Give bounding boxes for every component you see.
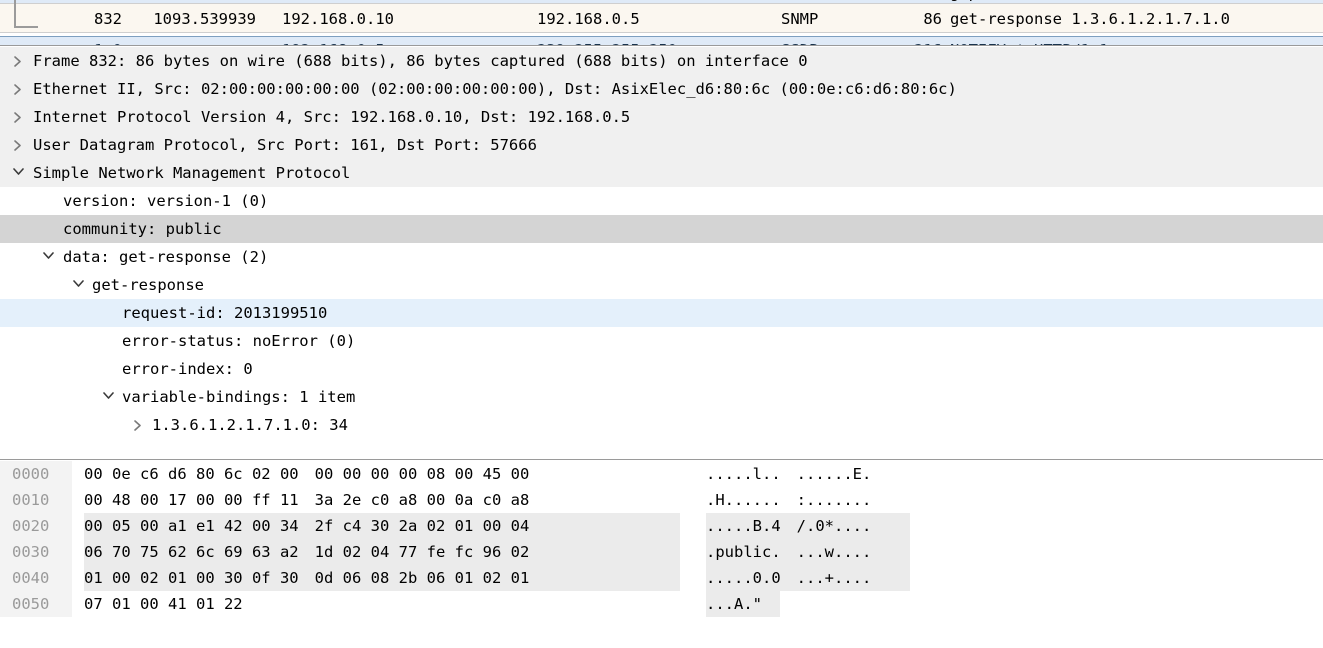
detail-tree-row-label: variable-bindings: 1 item (122, 388, 356, 406)
ascii-group-1: ...A." (706, 595, 762, 613)
hex-bytes-group-1: 00 0e c6 d6 80 6c 02 00 (84, 465, 299, 483)
hex-offset: 0020 (0, 513, 72, 539)
detail-tree-row-label: 1.3.6.1.2.1.7.1.0: 34 (152, 416, 348, 434)
hex-bytes[interactable]: 00 0e c6 d6 80 6c 02 00 00 00 00 00 08 00… (84, 461, 529, 487)
detail-tree-row[interactable]: Simple Network Management Protocol (0, 159, 1323, 187)
detail-tree-row-label: data: get-response (2) (63, 248, 269, 266)
detail-tree-row-label: community: public (63, 220, 222, 238)
hex-offset: 0040 (0, 565, 72, 591)
detail-tree-row-label: error-status: noError (0) (122, 332, 356, 350)
detail-tree-row[interactable]: community: public (0, 215, 1323, 243)
detail-tree-row[interactable]: data: get-response (2) (0, 243, 1323, 271)
packet-length: 86 (923, 10, 942, 28)
hex-offset: 0050 (0, 591, 72, 617)
hex-dump-row[interactable]: 0030 06 70 75 62 6c 69 63 a2 1d 02 04 77 f… (0, 539, 1323, 565)
hex-bytes[interactable]: 01 00 02 01 00 30 0f 30 0d 06 08 2b 06 01… (84, 565, 529, 591)
packet-no: 832 (94, 10, 122, 28)
packet-length-below: 216 (900, 37, 942, 45)
hex-bytes-group-2: 0d 06 08 2b 06 01 02 01 (314, 569, 530, 587)
packet-info-below: NOTIFY * HTTP/1.1 (950, 37, 1109, 45)
detail-tree-row-label: request-id: 2013199510 (122, 304, 328, 322)
hex-offset: 0000 (0, 461, 72, 487)
packet-destination: 192.168.0.5 (537, 10, 640, 28)
ascii-group-2: ...w.... (796, 543, 872, 561)
detail-tree-row[interactable]: variable-bindings: 1 item (0, 383, 1323, 411)
hex-bytes-group-1: 06 70 75 62 6c 69 63 a2 (84, 543, 299, 561)
packet-list-row-selected[interactable]: 832 1093.539939 192.168.0.10 192.168.0.5… (0, 0, 1323, 33)
hex-dump-row[interactable]: 0000 00 0e c6 d6 80 6c 02 00 00 00 00 00 0… (0, 461, 1323, 487)
ascii-group-1: .....l.. (706, 465, 781, 483)
detail-tree-row[interactable]: User Datagram Protocol, Src Port: 161, D… (0, 131, 1323, 159)
hex-bytes[interactable]: 07 01 00 41 01 22 (84, 591, 259, 617)
detail-tree-row-label: Internet Protocol Version 4, Src: 192.16… (33, 108, 631, 126)
packet-details-pane[interactable]: Frame 832: 86 bytes on wire (688 bits), … (0, 47, 1323, 460)
detail-tree[interactable]: Frame 832: 86 bytes on wire (688 bits), … (0, 47, 1323, 439)
hex-dump-row[interactable]: 0040 01 00 02 01 00 30 0f 30 0d 06 08 2b 0… (0, 565, 1323, 591)
ascii-group-1: .H...... (706, 491, 781, 509)
detail-tree-row[interactable]: Frame 832: 86 bytes on wire (688 bits), … (0, 47, 1323, 75)
detail-tree-row-label: version: version-1 (0) (63, 192, 269, 210)
packet-source: 192.168.0.10 (282, 10, 394, 28)
packet-protocol: SNMP (781, 10, 819, 28)
ascii-group-1: .....0.0 (706, 569, 781, 587)
packet-list-row-below[interactable]: 1 0 192.168.0.5 239.255.255.250 SSDP 216… (0, 36, 1323, 45)
ascii-bytes[interactable]: .H......:....... (706, 487, 871, 513)
detail-tree-row-label: User Datagram Protocol, Src Port: 161, D… (33, 136, 537, 154)
detail-tree-row[interactable]: get-response (0, 271, 1323, 299)
ascii-group-2: :....... (796, 491, 872, 509)
hex-offset: 0030 (0, 539, 72, 565)
detail-tree-row-label: error-index: 0 (122, 360, 253, 378)
detail-tree-row[interactable]: error-status: noError (0) (0, 327, 1323, 355)
packet-bytes-pane[interactable]: 0000 00 0e c6 d6 80 6c 02 00 00 00 00 00 0… (0, 461, 1323, 648)
packet-time: 1093.539939 (153, 10, 256, 28)
ascii-group-2: /.0*.... (796, 517, 872, 535)
ascii-bytes[interactable]: .....l.. ......E. (706, 461, 871, 487)
hex-bytes-group-1: 07 01 00 41 01 22 (84, 595, 243, 613)
hex-bytes-group-1: 01 00 02 01 00 30 0f 30 (84, 569, 299, 587)
hex-bytes-group-2: 00 00 00 00 08 00 45 00 (314, 465, 530, 483)
ascii-bytes[interactable]: .public. ...w.... (706, 539, 871, 565)
packet-info: get-response 1.3.6.1.2.1.7.1.0 (950, 10, 1230, 28)
hex-bytes-group-2: 3a 2e c0 a8 00 0a c0 a8 (314, 491, 530, 509)
detail-tree-row-label: Frame 832: 86 bytes on wire (688 bits), … (33, 52, 808, 70)
ascii-group-2: ...+.... (796, 569, 872, 587)
hex-bytes-group-1: 00 48 00 17 00 00 ff 11 (84, 491, 299, 509)
detail-tree-row[interactable]: error-index: 0 (0, 355, 1323, 383)
detail-tree-row[interactable]: 1.3.6.1.2.1.7.1.0: 34 (0, 411, 1323, 439)
hex-bytes[interactable]: 00 48 00 17 00 00 ff 11 3a 2e c0 a8 00 0a… (84, 487, 529, 513)
hex-dump-row[interactable]: 0050 07 01 00 41 01 22 ...A." (0, 591, 1323, 617)
hex-bytes[interactable]: 00 05 00 a1 e1 42 00 34 2f c4 30 2a 02 01… (84, 513, 529, 539)
detail-tree-row-label: get-response (92, 276, 204, 294)
ascii-bytes[interactable]: ...A." (706, 591, 778, 617)
ascii-group-2: ......E. (796, 465, 872, 483)
packet-source-below: 192.168.0.5 (282, 37, 385, 45)
detail-tree-row[interactable]: version: version-1 (0) (0, 187, 1323, 215)
detail-tree-row-label: Simple Network Management Protocol (33, 164, 351, 182)
ascii-group-1: .public. (706, 543, 781, 561)
hex-offset: 0010 (0, 487, 72, 513)
packet-no-below: 1 0 (0, 37, 122, 45)
hex-bytes-group-1: 00 05 00 a1 e1 42 00 34 (84, 517, 299, 535)
detail-tree-row[interactable]: Ethernet II, Src: 02:00:00:00:00:00 (02:… (0, 75, 1323, 103)
ascii-group-1: .....B.4 (706, 517, 781, 535)
ascii-bytes[interactable]: .....B.4 /.0*.... (706, 513, 871, 539)
bytes-rows[interactable]: 0000 00 0e c6 d6 80 6c 02 00 00 00 00 00 0… (0, 461, 1323, 617)
detail-tree-row-label: Ethernet II, Src: 02:00:00:00:00:00 (02:… (33, 80, 957, 98)
packet-list-pane[interactable]: g p 832 1093.539939 192.168.0.10 192.168… (0, 0, 1323, 46)
hex-dump-row[interactable]: 0010 00 48 00 17 00 00 ff 11 3a 2e c0 a8 0… (0, 487, 1323, 513)
packet-protocol-below: SSDP (781, 37, 818, 45)
packet-destination-below: 239.255.255.250 (537, 37, 677, 45)
hex-bytes-group-2: 2f c4 30 2a 02 01 00 04 (314, 517, 530, 535)
detail-tree-row[interactable]: request-id: 2013199510 (0, 299, 1323, 327)
hex-bytes[interactable]: 06 70 75 62 6c 69 63 a2 1d 02 04 77 fe fc… (84, 539, 529, 565)
hex-bytes-group-2: 1d 02 04 77 fe fc 96 02 (314, 543, 530, 561)
detail-tree-row[interactable]: Internet Protocol Version 4, Src: 192.16… (0, 103, 1323, 131)
hex-dump-row[interactable]: 0020 00 05 00 a1 e1 42 00 34 2f c4 30 2a 0… (0, 513, 1323, 539)
ascii-bytes[interactable]: .....0.0 ...+.... (706, 565, 871, 591)
